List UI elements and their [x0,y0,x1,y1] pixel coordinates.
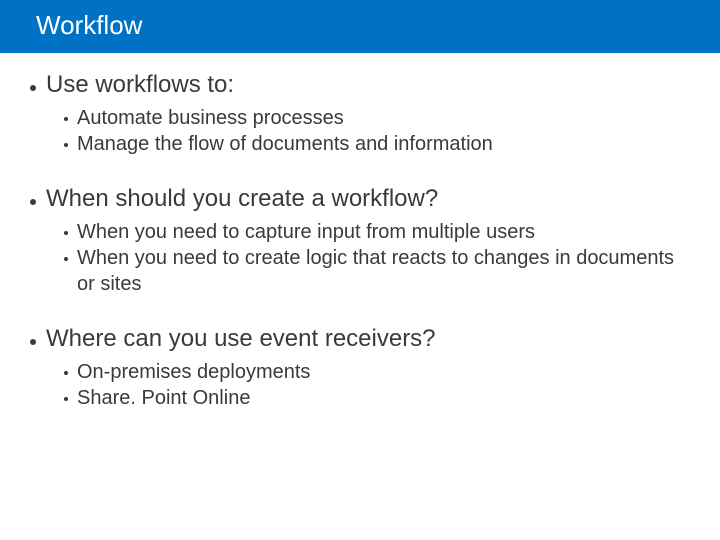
bullet-dot-icon [64,257,68,261]
sub-list: On-premises deployments Share. Point Onl… [64,359,690,411]
sub-bullet: On-premises deployments [64,359,690,385]
sub-list: When you need to capture input from mult… [64,219,690,297]
sub-list: Automate business processes Manage the f… [64,105,690,157]
sub-bullet-text: Share. Point Online [77,385,690,411]
sub-bullet-text: Automate business processes [77,105,690,131]
main-bullet: Where can you use event receivers? [30,325,690,353]
bullet-dot-icon [64,231,68,235]
section-use-workflows: Use workflows to: Automate business proc… [30,71,690,157]
sub-bullet: When you need to create logic that react… [64,245,690,297]
bullet-dot-icon [64,143,68,147]
bullet-dot-icon [30,339,36,345]
slide-title: Workflow [36,10,142,40]
main-bullet-text: When should you create a workflow? [46,185,438,213]
sub-bullet-text: When you need to capture input from mult… [77,219,690,245]
section-event-receivers: Where can you use event receivers? On-pr… [30,325,690,411]
bullet-dot-icon [30,85,36,91]
sub-bullet-text: Manage the flow of documents and informa… [77,131,690,157]
sub-bullet-text: On-premises deployments [77,359,690,385]
sub-bullet: Automate business processes [64,105,690,131]
main-bullet-text: Where can you use event receivers? [46,325,436,353]
slide-header: Workflow [0,0,720,53]
main-bullet: Use workflows to: [30,71,690,99]
sub-bullet: Manage the flow of documents and informa… [64,131,690,157]
slide-content: Use workflows to: Automate business proc… [0,53,720,411]
main-bullet: When should you create a workflow? [30,185,690,213]
section-when-create: When should you create a workflow? When … [30,185,690,297]
bullet-dot-icon [30,199,36,205]
sub-bullet: Share. Point Online [64,385,690,411]
bullet-dot-icon [64,397,68,401]
main-bullet-text: Use workflows to: [46,71,234,99]
bullet-dot-icon [64,117,68,121]
sub-bullet: When you need to capture input from mult… [64,219,690,245]
bullet-dot-icon [64,371,68,375]
sub-bullet-text: When you need to create logic that react… [77,245,690,297]
